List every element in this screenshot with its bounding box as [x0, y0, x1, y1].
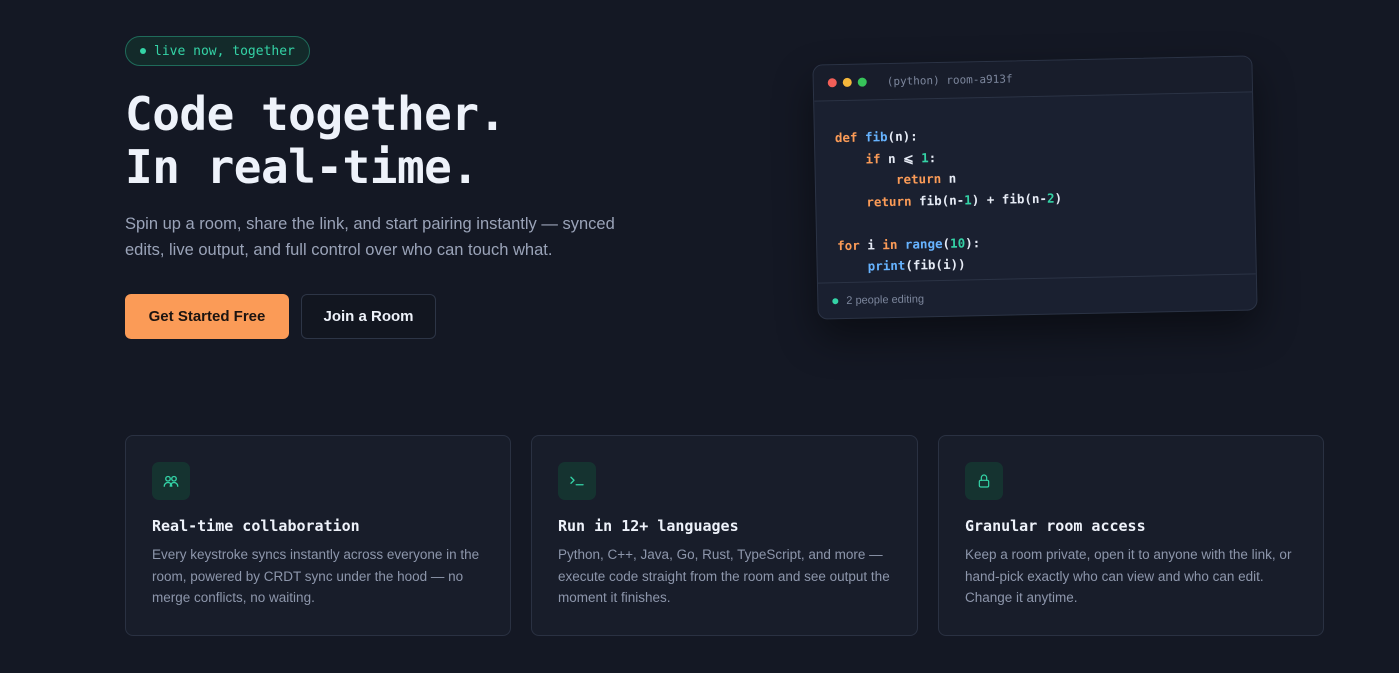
- feature-card-languages: Run in 12+ languages Python, C++, Java, …: [531, 435, 918, 636]
- editor-status: 2 people editing: [846, 292, 925, 307]
- minimize-dot-icon: [842, 77, 852, 88]
- maximize-dot-icon: [857, 77, 867, 87]
- hero-title-line-2: In real-time.: [125, 140, 479, 194]
- close-dot-icon: [827, 78, 837, 88]
- join-room-button[interactable]: Join a Room: [301, 294, 436, 339]
- feature-card-access: Granular room access Keep a room private…: [938, 435, 1324, 636]
- editor-status-bar: 2 people editing: [817, 273, 1257, 319]
- hero-subtitle: Spin up a room, share the link, and star…: [125, 215, 615, 259]
- lock-icon: [965, 462, 1003, 500]
- feature-text: Every keystroke syncs instantly across e…: [152, 547, 480, 605]
- hero-title: Code together. In real-time.: [125, 88, 506, 194]
- presence-dot-icon: [832, 297, 839, 304]
- editor-title: (python) room-a913f: [886, 72, 1013, 89]
- feature-text: Keep a room private, open it to anyone w…: [965, 547, 1292, 605]
- code-line-7: print(fib(i)): [867, 256, 966, 274]
- code-block: def fib(n): if n ⩽ 1: return n return fi…: [814, 92, 1256, 278]
- code-line-4: return fib(n-1) + fib(n-2): [866, 189, 1063, 210]
- feature-title: Real-time collaboration: [152, 517, 360, 535]
- live-badge: live now, together: [125, 36, 310, 66]
- code-line-1: def fib(n):: [834, 128, 918, 146]
- code-line-6: for i in range(10):: [837, 234, 981, 253]
- live-dot-icon: [140, 48, 146, 54]
- feature-card-collaboration: Real-time collaboration Every keystroke …: [125, 435, 511, 636]
- feature-title: Granular room access: [965, 517, 1146, 535]
- terminal-icon: [558, 462, 596, 500]
- hero-title-line-1: Code together.: [125, 87, 506, 141]
- badge-label: live now, together: [154, 43, 295, 59]
- feature-title: Run in 12+ languages: [558, 517, 739, 535]
- users-icon: [152, 462, 190, 500]
- feature-text: Python, C++, Java, Go, Rust, TypeScript,…: [558, 547, 890, 605]
- code-line-3: return n: [895, 170, 957, 187]
- code-line-2: if n ⩽ 1:: [865, 149, 937, 167]
- code-editor-preview: (python) room-a913f def fib(n): if n ⩽ 1…: [812, 55, 1258, 320]
- get-started-button[interactable]: Get Started Free: [125, 294, 289, 339]
